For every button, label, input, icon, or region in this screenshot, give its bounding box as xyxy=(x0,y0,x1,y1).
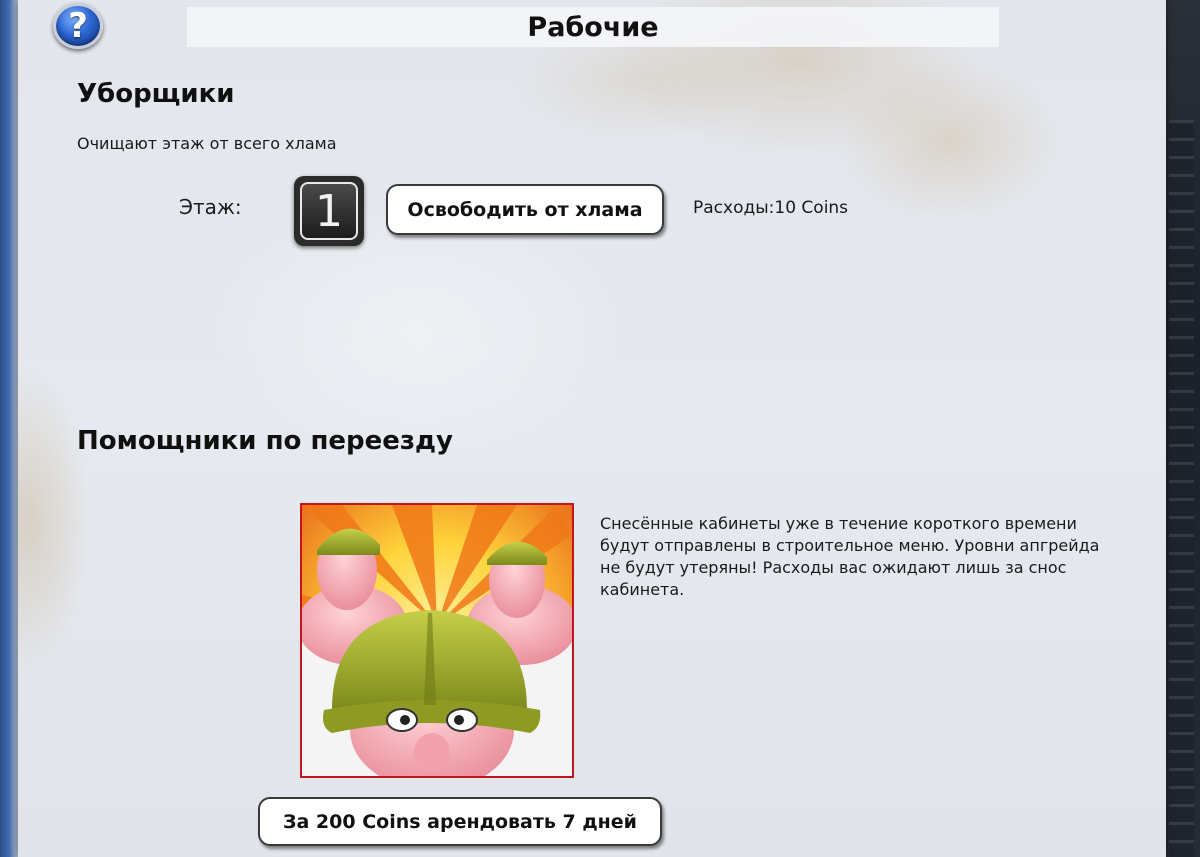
help-button[interactable]: ? xyxy=(53,3,103,49)
rent-movers-button[interactable]: За 200 Coins арендовать 7 дней xyxy=(258,797,662,846)
window-title: Рабочие xyxy=(527,11,659,43)
right-frame-strip xyxy=(1169,120,1194,857)
movers-description: Снесённые кабинеты уже в течение коротко… xyxy=(600,514,1100,599)
question-mark-icon: ? xyxy=(68,6,88,46)
floor-selector[interactable]: 1 xyxy=(294,176,364,246)
cleaning-cost: Расходы:10 Coins xyxy=(693,198,849,218)
floor-label: Этаж: xyxy=(179,195,242,219)
cleaners-heading: Уборщики xyxy=(77,79,235,109)
floor-number: 1 xyxy=(300,182,358,240)
right-frame-edge xyxy=(1163,0,1200,857)
cleaners-description: Очищают этаж от всего хлама xyxy=(77,134,337,153)
window-title-bar: Рабочие xyxy=(187,7,999,47)
movers-portrait-icon xyxy=(300,503,574,778)
movers-heading: Помощники по переезду xyxy=(77,426,453,456)
clear-junk-button[interactable]: Освободить от хлама xyxy=(386,184,664,235)
